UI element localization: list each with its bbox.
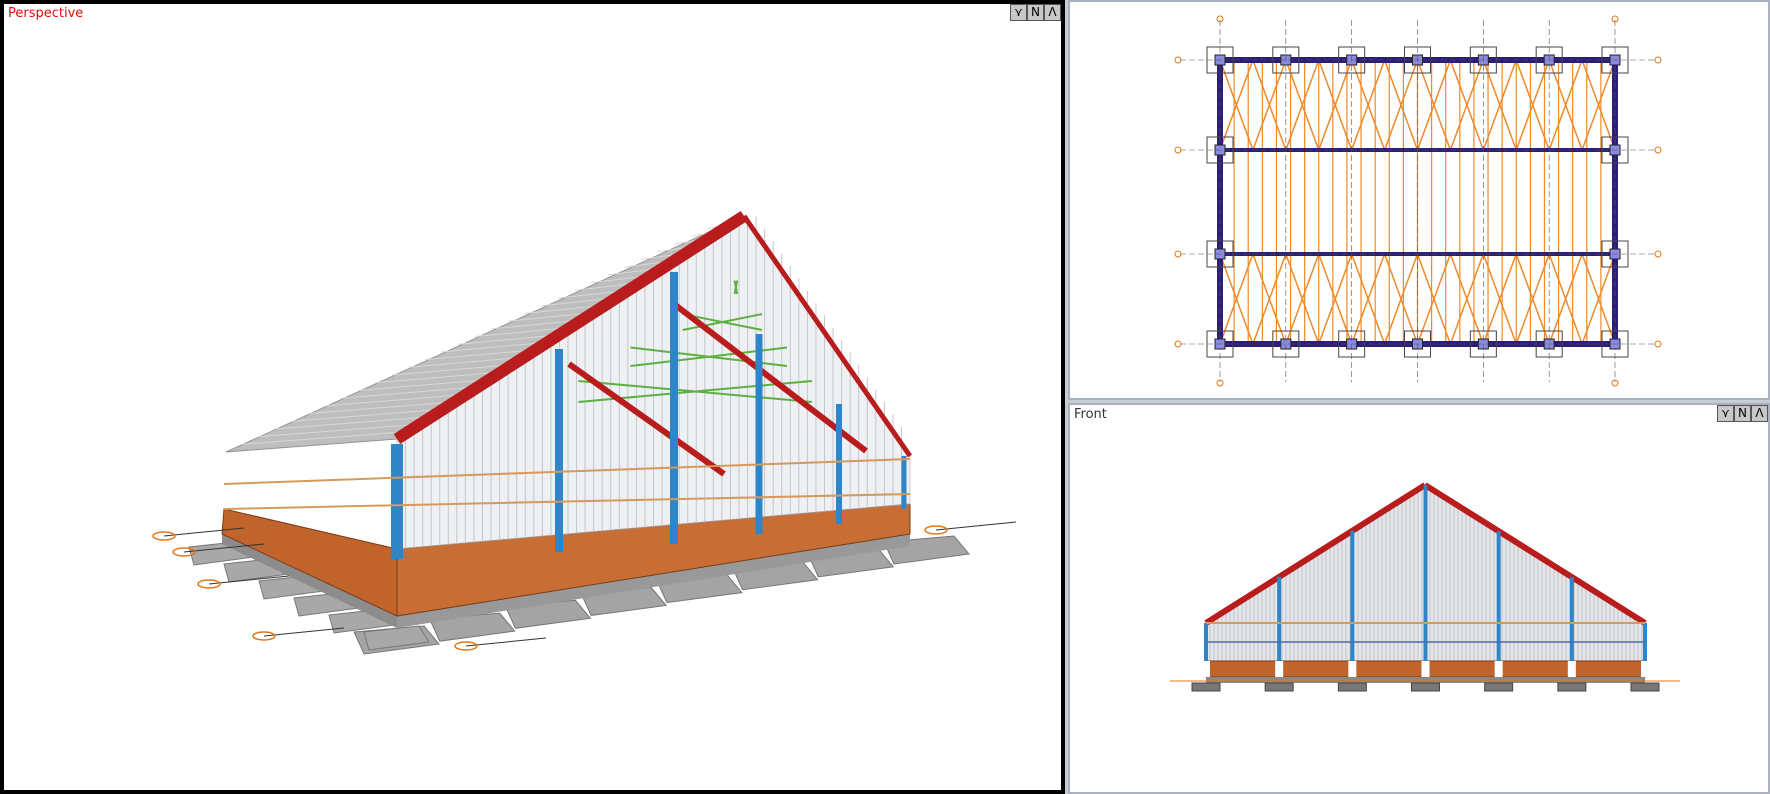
perspective-viewport[interactable]: Perspective ⋎ N Λ [0,0,1065,794]
column [555,349,563,552]
grid-line [263,627,345,637]
grid-bubble [1654,250,1662,258]
column [901,456,907,509]
grid-bubble [1654,340,1662,348]
plan-viewport[interactable] [1068,0,1770,400]
plan-drawing[interactable] [1070,2,1768,398]
column [670,272,678,544]
maximize-button[interactable]: Λ [1044,4,1061,21]
north-button[interactable]: N [1027,4,1044,21]
north-button[interactable]: N [1734,405,1751,422]
column-gap [1641,661,1649,677]
ground-beam [1206,677,1645,683]
footing [1411,682,1440,692]
column-gap [1494,661,1503,677]
viewport-buttons: ⋎ N Λ [1010,4,1061,21]
grid-bubble [1654,146,1662,154]
footing [1484,682,1514,692]
footing [1264,682,1294,692]
grid-line [935,521,1017,531]
maximize-button[interactable]: Λ [1751,405,1768,422]
footing [1630,682,1660,692]
front-viewport[interactable]: Front ⋎ N Λ [1068,403,1770,794]
column-gap [1567,661,1576,677]
column [755,334,763,534]
column-gap [1275,661,1284,677]
perspective-3d-model[interactable] [4,4,1061,790]
column-gap [1348,661,1357,677]
column [391,444,403,559]
footing [1337,682,1367,692]
column-gap [1421,661,1430,677]
column [1423,485,1428,677]
footing [1191,682,1221,692]
column-gap [1202,661,1210,677]
grid-bubble [1654,56,1662,64]
viewport-buttons: ⋎ N Λ [1717,405,1768,422]
column [1350,530,1355,677]
grid-line [465,637,547,647]
column [836,404,842,524]
footing [1557,682,1587,692]
filter-button[interactable]: ⋎ [1010,4,1027,21]
column [1496,531,1501,677]
front-elevation-drawing[interactable] [1070,405,1768,792]
filter-button[interactable]: ⋎ [1717,405,1734,422]
